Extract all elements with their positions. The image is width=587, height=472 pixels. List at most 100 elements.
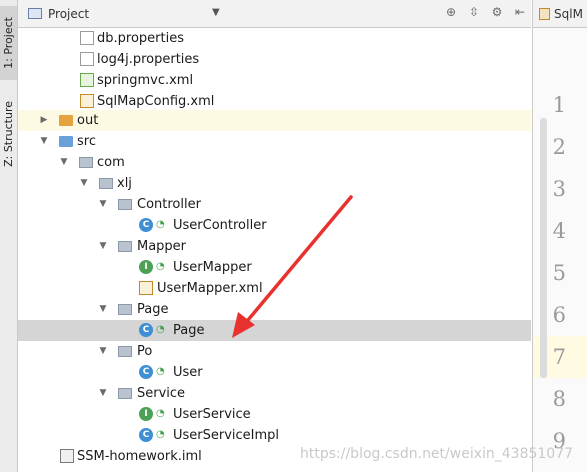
- expand-arrow-icon[interactable]: ▶: [39, 115, 49, 125]
- collapse-icon[interactable]: ⇳: [467, 5, 481, 19]
- tree-item[interactable]: ▶ out: [18, 110, 531, 131]
- tree-item-label: SSM-homework.iml: [77, 449, 202, 464]
- folder-icon: [59, 136, 73, 147]
- watermark: https://blog.csdn.net/weixin_43851077: [300, 446, 574, 462]
- tree-item-label: src: [77, 134, 96, 149]
- package-icon: [118, 346, 132, 357]
- tree-item[interactable]: C ◔ UserServiceImpl: [18, 425, 531, 446]
- tree-item[interactable]: C ◔ User: [18, 362, 531, 383]
- line-number-text: 6: [552, 303, 566, 327]
- header-toolbar: ⊕ ⇳ ⚙ ⇤: [444, 5, 527, 19]
- package-icon: [99, 178, 113, 189]
- access-icon: ◔: [156, 366, 165, 377]
- collapse-arrow-icon[interactable]: ▼: [98, 388, 108, 398]
- project-panel-header: Project ▼ ⊕ ⇳ ⚙ ⇤: [18, 0, 531, 28]
- class-icon: C: [139, 218, 153, 232]
- structure-tool-tab-label: Z: Structure: [2, 101, 15, 167]
- tree-item-label: Page: [173, 323, 205, 338]
- tree-item[interactable]: ▼ com: [18, 152, 531, 173]
- tree-item[interactable]: log4j.properties: [18, 49, 531, 70]
- collapse-arrow-icon[interactable]: ▼: [79, 178, 89, 188]
- project-view-icon: [28, 8, 42, 19]
- spring-xml-icon: [80, 73, 94, 87]
- vertical-scrollbar[interactable]: [540, 118, 547, 378]
- crosshair-icon[interactable]: ⊕: [444, 5, 458, 19]
- access-icon: ◔: [156, 429, 165, 440]
- tree-item-label: Page: [137, 302, 169, 317]
- gear-icon[interactable]: ⚙: [490, 5, 504, 19]
- xml-file-icon: [80, 94, 94, 108]
- xml-file-icon: [139, 281, 153, 295]
- access-icon: ◔: [156, 261, 165, 272]
- tree-item[interactable]: ▼ Controller: [18, 194, 531, 215]
- interface-icon: I: [139, 260, 153, 274]
- tree-item[interactable]: ▼ Page: [18, 299, 531, 320]
- tree-item[interactable]: ▼ Po: [18, 341, 531, 362]
- tree-item[interactable]: ▼ xlj: [18, 173, 531, 194]
- line-number: 8: [533, 378, 587, 420]
- tree-item[interactable]: SqlMapConfig.xml: [18, 91, 531, 112]
- class-icon: C: [139, 323, 153, 337]
- tree-item-label: xlj: [117, 176, 132, 191]
- tree-item[interactable]: db.properties: [18, 28, 531, 49]
- tree-item-label: Po: [137, 344, 153, 359]
- collapse-arrow-icon[interactable]: ▼: [98, 241, 108, 251]
- editor-tab[interactable]: SqlM: [533, 0, 587, 28]
- package-icon: [79, 157, 93, 168]
- access-icon: ◔: [156, 408, 165, 419]
- package-icon: [118, 304, 132, 315]
- tree-item[interactable]: ▼ Service: [18, 383, 531, 404]
- line-number-text: 4: [552, 219, 566, 243]
- properties-file-icon: [80, 31, 94, 45]
- line-number-text: 3: [552, 177, 566, 201]
- interface-icon: I: [139, 407, 153, 421]
- class-icon: C: [139, 365, 153, 379]
- tree-item-label: out: [77, 113, 99, 128]
- tree-item[interactable]: C ◔ UserController: [18, 215, 531, 236]
- editor-tab-label: SqlM: [554, 6, 583, 21]
- chevron-down-icon[interactable]: ▼: [212, 7, 220, 18]
- line-number-text: 8: [552, 387, 566, 411]
- line-number-text: 2: [552, 135, 566, 159]
- tree-item-selected[interactable]: C ◔ Page: [18, 320, 531, 341]
- project-view-title[interactable]: Project: [48, 7, 89, 21]
- tree-item-label: Mapper: [137, 239, 187, 254]
- tree-item-label: UserController: [173, 218, 267, 233]
- tool-window-strip: 1: Project Z: Structure: [0, 0, 18, 472]
- line-number-text: 1: [552, 93, 566, 117]
- project-tree: db.properties log4j.properties springmvc…: [18, 28, 547, 472]
- tree-item[interactable]: UserMapper.xml: [18, 278, 531, 299]
- package-icon: [118, 241, 132, 252]
- tree-item[interactable]: ▼ Mapper: [18, 236, 531, 257]
- line-number-text: 5: [552, 261, 566, 285]
- collapse-arrow-icon[interactable]: ▼: [39, 136, 49, 146]
- collapse-arrow-icon[interactable]: ▼: [98, 304, 108, 314]
- xml-file-icon: [539, 7, 550, 20]
- line-number-text: 7: [552, 345, 566, 369]
- collapse-arrow-icon[interactable]: ▼: [98, 199, 108, 209]
- tree-item-label: Service: [137, 386, 186, 401]
- project-tool-tab-label: 1: Project: [2, 17, 15, 69]
- hide-icon[interactable]: ⇤: [513, 5, 527, 19]
- package-icon: [118, 199, 132, 210]
- tree-item-label: User: [173, 365, 203, 380]
- tree-item-label: UserMapper: [173, 260, 252, 275]
- folder-icon: [59, 115, 73, 126]
- properties-file-icon: [80, 52, 94, 66]
- structure-tool-tab[interactable]: Z: Structure: [0, 92, 17, 176]
- tree-item-label: com: [97, 155, 125, 170]
- tree-item[interactable]: I ◔ UserService: [18, 404, 531, 425]
- tree-item-label: UserService: [173, 407, 251, 422]
- tree-item[interactable]: springmvc.xml: [18, 70, 531, 91]
- tree-item-label: Controller: [137, 197, 201, 212]
- iml-file-icon: [60, 449, 74, 463]
- collapse-arrow-icon[interactable]: ▼: [98, 346, 108, 356]
- package-icon: [118, 388, 132, 399]
- project-tool-tab[interactable]: 1: Project: [0, 6, 17, 80]
- tree-item-label: db.properties: [97, 31, 184, 46]
- tree-item[interactable]: I ◔ UserMapper: [18, 257, 531, 278]
- access-icon: ◔: [156, 219, 165, 230]
- collapse-arrow-icon[interactable]: ▼: [59, 157, 69, 167]
- tree-item[interactable]: ▼ src: [18, 131, 531, 152]
- tree-item-label: log4j.properties: [97, 52, 200, 67]
